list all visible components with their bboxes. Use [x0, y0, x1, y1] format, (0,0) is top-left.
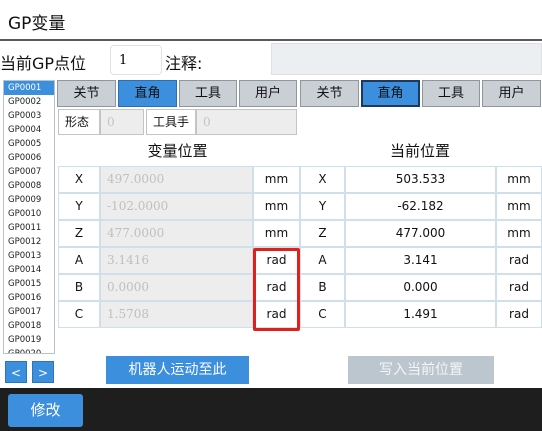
gp-list-item[interactable]: GP0005	[4, 137, 54, 151]
cur-position-heading: 当前位置	[389, 142, 450, 160]
var-value: 3.1416	[100, 247, 253, 274]
gp-list-item[interactable]: GP0007	[4, 165, 54, 179]
cur-axis-label: C	[300, 301, 345, 328]
point-label: 当前GP点位	[0, 54, 87, 73]
cur-tab-joint[interactable]: 关节	[300, 80, 359, 107]
gp-list-item[interactable]: GP0009	[4, 193, 54, 207]
var-tab-user[interactable]: 用户	[239, 80, 297, 107]
var-unit: mm	[253, 220, 300, 247]
var-axis-label: A	[58, 247, 100, 274]
var-value: -102.0000	[100, 193, 253, 220]
write-current-position-button[interactable]: 写入当前位置	[348, 356, 494, 384]
gp-list-item[interactable]: GP0001	[4, 81, 54, 95]
move-robot-button[interactable]: 机器人运动至此	[106, 356, 249, 384]
cur-value: 3.141	[345, 247, 496, 274]
var-value: 0.0000	[100, 274, 253, 301]
var-position-heading: 变量位置	[147, 142, 208, 160]
cur-axis-label: Y	[300, 193, 345, 220]
cur-tab-tool[interactable]: 工具	[422, 80, 480, 107]
cur-axis-label: A	[300, 247, 345, 274]
cur-value: 0.000	[345, 274, 496, 301]
cur-unit: rad	[496, 247, 542, 274]
form-value: 0	[100, 109, 144, 135]
cur-unit: mm	[496, 220, 542, 247]
cur-unit: rad	[496, 301, 542, 328]
gp-list-item[interactable]: GP0006	[4, 151, 54, 165]
cur-value: 477.000	[345, 220, 496, 247]
gp-list-item[interactable]: GP0012	[4, 235, 54, 249]
cur-unit: mm	[496, 193, 542, 220]
gp-point-input[interactable]	[110, 45, 162, 75]
gp-list-item[interactable]: GP0019	[4, 333, 54, 347]
window-title: GP变量	[8, 14, 66, 34]
var-axis-label: Z	[58, 220, 100, 247]
gp-list-item[interactable]: GP0015	[4, 277, 54, 291]
var-axis-label: Y	[58, 193, 100, 220]
var-axis-label: C	[58, 301, 100, 328]
gp-list-item[interactable]: GP0016	[4, 291, 54, 305]
var-unit: mm	[253, 193, 300, 220]
gp-list-item[interactable]: GP0013	[4, 249, 54, 263]
cur-unit: mm	[496, 166, 542, 193]
form-label: 形态	[58, 109, 100, 135]
gp-list-item[interactable]: GP0010	[4, 207, 54, 221]
var-tab-joint[interactable]: 关节	[57, 80, 116, 107]
cur-value: 1.491	[345, 301, 496, 328]
gp-list-item[interactable]: GP0014	[4, 263, 54, 277]
var-tab-tool[interactable]: 工具	[179, 80, 237, 107]
var-axis-label: X	[58, 166, 100, 193]
cur-axis-label: X	[300, 166, 345, 193]
prev-button[interactable]: <	[5, 361, 27, 383]
next-button[interactable]: >	[32, 361, 54, 383]
gp-list-item[interactable]: GP0020	[4, 347, 54, 353]
var-unit: mm	[253, 166, 300, 193]
rad-unit-highlight	[253, 248, 300, 331]
var-value: 497.0000	[100, 166, 253, 193]
tool-label: 工具手	[146, 109, 196, 135]
cur-unit: rad	[496, 274, 542, 301]
var-tab-cartesian[interactable]: 直角	[118, 80, 177, 107]
gp-list-item[interactable]: GP0004	[4, 123, 54, 137]
var-axis-label: B	[58, 274, 100, 301]
gp-list-item[interactable]: GP0003	[4, 109, 54, 123]
title-bar: GP变量	[0, 0, 542, 41]
cur-value: -62.182	[345, 193, 496, 220]
gp-point-list[interactable]: GP0001 GP0002 GP0003 GP0004 GP0005 GP0006 GP00…	[3, 80, 55, 354]
modify-button[interactable]: 修改	[8, 394, 83, 427]
gp-list-item[interactable]: GP0002	[4, 95, 54, 109]
comment-label: 注释:	[165, 54, 203, 73]
cur-tab-user[interactable]: 用户	[482, 80, 541, 107]
gp-list-item[interactable]: GP0008	[4, 179, 54, 193]
cur-tab-cartesian[interactable]: 直角	[361, 80, 420, 107]
comment-field[interactable]	[271, 43, 542, 75]
gp-list-item[interactable]: GP0018	[4, 319, 54, 333]
var-value: 1.5708	[100, 301, 253, 328]
var-value: 477.0000	[100, 220, 253, 247]
gp-list-item[interactable]: GP0011	[4, 221, 54, 235]
tool-value: 0	[196, 109, 297, 135]
gp-list-item[interactable]: GP0017	[4, 305, 54, 319]
cur-axis-label: B	[300, 274, 345, 301]
cur-axis-label: Z	[300, 220, 345, 247]
cur-value: 503.533	[345, 166, 496, 193]
